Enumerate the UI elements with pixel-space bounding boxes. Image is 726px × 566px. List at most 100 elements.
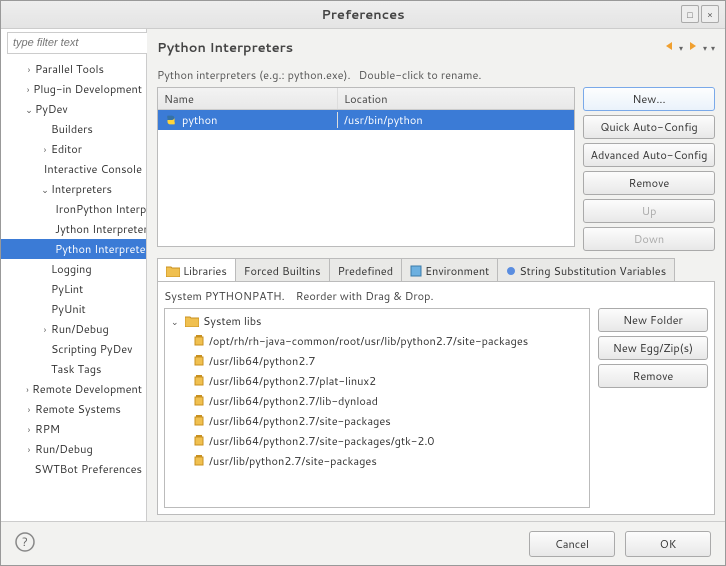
tree-item[interactable]: ›Remote Development: [1, 379, 146, 399]
tree-item-label: SWTBot Preferences: [34, 461, 142, 477]
help-icon[interactable]: ?: [15, 532, 35, 556]
footer: ? Cancel OK: [1, 521, 725, 565]
pythonpath-item-label: /usr/lib/python2.7/site-packages: [209, 453, 377, 469]
tree-item-label: Task Tags: [51, 361, 101, 377]
fwd-arrow-menu[interactable]: ▾: [703, 42, 707, 54]
jar-icon: [193, 335, 205, 347]
pythonpath-item[interactable]: /usr/lib/python2.7/site-packages: [165, 451, 589, 471]
tree-item[interactable]: ›Parallel Tools: [1, 59, 146, 79]
tree-item[interactable]: ⌄PyDev: [1, 99, 146, 119]
advanced-autoconfig-button[interactable]: Advanced Auto-Config: [583, 143, 715, 167]
expand-arrow-icon[interactable]: ›: [23, 443, 35, 456]
tree-item-label: Editor: [51, 141, 82, 157]
pythonpath-item-label: /usr/lib64/python2.7: [209, 353, 315, 369]
expand-arrow-icon[interactable]: ›: [39, 323, 51, 336]
fwd-arrow-icon[interactable]: [687, 40, 699, 56]
tree-item[interactable]: Scripting PyDev: [1, 339, 146, 359]
tree-item-label: Remote Systems: [35, 401, 121, 417]
tree-item-label: PyDev: [35, 101, 68, 117]
tree-item-label: Remote Development: [32, 381, 142, 397]
pythonpath-item[interactable]: /opt/rh/rh-java-common/root/usr/lib/pyth…: [165, 331, 589, 351]
tab-libraries[interactable]: Libraries: [157, 258, 236, 282]
new-folder-button[interactable]: New Folder: [598, 308, 708, 332]
pythonpath-item-label: /usr/lib64/python2.7/site-packages/gtk-2…: [209, 433, 434, 449]
expand-arrow-icon[interactable]: ›: [39, 143, 51, 156]
tree-item[interactable]: SWTBot Preferences: [1, 459, 146, 479]
remove-interpreter-button[interactable]: Remove: [583, 171, 715, 195]
ok-button[interactable]: OK: [625, 531, 711, 557]
window-maximize-button[interactable]: □: [681, 5, 699, 23]
back-arrow-icon[interactable]: [663, 40, 675, 56]
jar-icon: [193, 435, 205, 447]
expand-arrow-icon[interactable]: ⌄: [39, 183, 51, 196]
window-close-button[interactable]: ×: [701, 5, 719, 23]
pythonpath-item[interactable]: /usr/lib64/python2.7: [165, 351, 589, 371]
jar-icon: [193, 415, 205, 427]
python-icon: [164, 113, 178, 127]
up-button[interactable]: Up: [583, 199, 715, 223]
hint-text: Python interpreters (e.g.: python.exe).: [157, 67, 351, 83]
tree-item[interactable]: ›RPM: [1, 419, 146, 439]
col-header-name[interactable]: Name: [158, 88, 338, 109]
remove-path-button[interactable]: Remove: [598, 364, 708, 388]
window-title: Preferences: [321, 6, 404, 24]
expand-arrow-icon[interactable]: ›: [23, 403, 35, 416]
pythonpath-item[interactable]: /usr/lib64/python2.7/lib-dynload: [165, 391, 589, 411]
tab-forced-builtins[interactable]: Forced Builtins: [235, 258, 330, 282]
tree-item[interactable]: Logging: [1, 259, 146, 279]
tree-item-label: Logging: [51, 261, 92, 277]
col-header-location[interactable]: Location: [338, 88, 574, 109]
tree-item[interactable]: IronPython Interpreter: [1, 199, 146, 219]
filter-input[interactable]: [7, 32, 162, 54]
tree-item-label: Builders: [51, 121, 93, 137]
tab-environment[interactable]: Environment: [401, 258, 498, 282]
folder-icon: [166, 265, 180, 277]
new-button[interactable]: New...: [583, 87, 715, 111]
tree-item[interactable]: ⌄Interpreters: [1, 179, 146, 199]
tree-item-label: RPM: [35, 421, 60, 437]
tree-item[interactable]: ›Plug-in Development: [1, 79, 146, 99]
expand-arrow-icon[interactable]: ›: [23, 63, 35, 76]
pythonpath-root[interactable]: ⌄System libs: [165, 311, 589, 331]
tree-item-label: Plug-in Development: [33, 81, 142, 97]
tree-item[interactable]: ›Remote Systems: [1, 399, 146, 419]
quick-autoconfig-button[interactable]: Quick Auto-Config: [583, 115, 715, 139]
tree-item[interactable]: Builders: [1, 119, 146, 139]
tree-item-label: Jython Interpreter: [55, 221, 146, 237]
pythonpath-item[interactable]: /usr/lib64/python2.7/plat-linux2: [165, 371, 589, 391]
cancel-button[interactable]: Cancel: [529, 531, 615, 557]
page-menu[interactable]: ▾: [711, 42, 715, 54]
tree-item[interactable]: Task Tags: [1, 359, 146, 379]
interpreter-row[interactable]: python /usr/bin/python: [158, 110, 574, 130]
tree-item[interactable]: PyUnit: [1, 299, 146, 319]
tree-item[interactable]: ›Editor: [1, 139, 146, 159]
expand-arrow-icon[interactable]: ›: [23, 83, 33, 96]
pythonpath-item[interactable]: /usr/lib64/python2.7/site-packages: [165, 411, 589, 431]
interpreter-name: python: [182, 112, 217, 128]
interpreters-table[interactable]: Name Location python /usr/bin/python: [157, 87, 575, 247]
tabs: Libraries Forced Builtins Predefined Env…: [157, 257, 715, 282]
preferences-page: Python Interpreters ▾ ▾ ▾ Python interpr…: [147, 29, 725, 521]
tree-item[interactable]: ›Run/Debug: [1, 319, 146, 339]
reorder-hint: Reorder with Drag & Drop.: [296, 288, 434, 304]
pythonpath-item[interactable]: /usr/lib64/python2.7/site-packages/gtk-2…: [165, 431, 589, 451]
tab-string-sub[interactable]: String Substitution Variables: [497, 258, 675, 282]
tree-item-label: Python Interpreter: [55, 241, 146, 257]
tree-item[interactable]: Interactive Console: [1, 159, 146, 179]
down-button[interactable]: Down: [583, 227, 715, 251]
tab-predefined[interactable]: Predefined: [329, 258, 403, 282]
pythonpath-tree[interactable]: ⌄System libs/opt/rh/rh-java-common/root/…: [164, 308, 590, 508]
tree-item[interactable]: PyLint: [1, 279, 146, 299]
preferences-tree[interactable]: ›Parallel Tools›Plug-in Development⌄PyDe…: [1, 57, 146, 521]
tree-item[interactable]: Python Interpreter: [1, 239, 146, 259]
jar-icon: [193, 355, 205, 367]
tree-item[interactable]: ›Run/Debug: [1, 439, 146, 459]
expand-arrow-icon[interactable]: ⌄: [23, 103, 35, 116]
back-arrow-menu[interactable]: ▾: [679, 42, 683, 54]
pythonpath-item-label: /opt/rh/rh-java-common/root/usr/lib/pyth…: [209, 333, 528, 349]
new-egg-button[interactable]: New Egg/Zip(s): [598, 336, 708, 360]
tree-item[interactable]: Jython Interpreter: [1, 219, 146, 239]
expand-arrow-icon[interactable]: ›: [23, 423, 35, 436]
expand-arrow-icon[interactable]: ›: [23, 383, 32, 396]
svg-text:?: ?: [22, 533, 28, 550]
